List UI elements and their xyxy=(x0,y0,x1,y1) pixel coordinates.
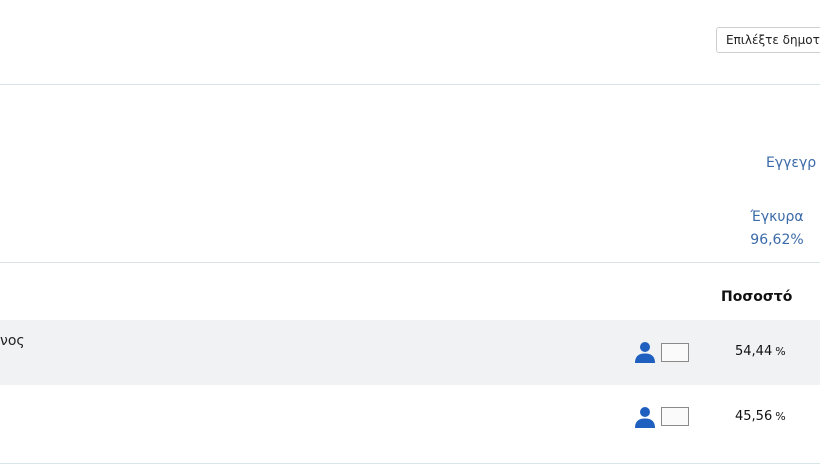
valid-percent: 96,62% xyxy=(750,232,804,248)
candidate-percent: 45,56% xyxy=(735,409,786,424)
candidate-photo-placeholder xyxy=(661,407,689,426)
table-row: νος 54,44% xyxy=(0,320,820,385)
summary-divider xyxy=(0,262,820,263)
candidate-percent: 54,44% xyxy=(735,344,786,359)
person-icon xyxy=(635,407,655,428)
valid-votes-stat[interactable]: Έγκυρα 96,62% xyxy=(743,206,811,252)
table-row: 45,56% xyxy=(0,385,820,450)
table-bottom-divider xyxy=(0,463,820,464)
candidate-photo-placeholder xyxy=(661,343,689,362)
valid-label: Έγκυρα xyxy=(750,209,804,225)
registered-label[interactable]: Εγγεγρ xyxy=(766,155,816,171)
person-icon xyxy=(635,342,655,363)
header-divider xyxy=(0,84,820,85)
percent-sign: % xyxy=(775,410,786,423)
percent-value: 45,56 xyxy=(735,409,773,424)
municipality-select[interactable]: Επιλέξτε δημοτ xyxy=(716,27,820,53)
election-results-page: Επιλέξτε δημοτ Εγγεγρ Έγκυρα 96,62% Ποσο… xyxy=(0,0,820,465)
candidate-name: νος xyxy=(0,333,25,349)
column-header-percent: Ποσοστό xyxy=(721,289,793,305)
percent-sign: % xyxy=(775,345,786,358)
percent-value: 54,44 xyxy=(735,344,773,359)
